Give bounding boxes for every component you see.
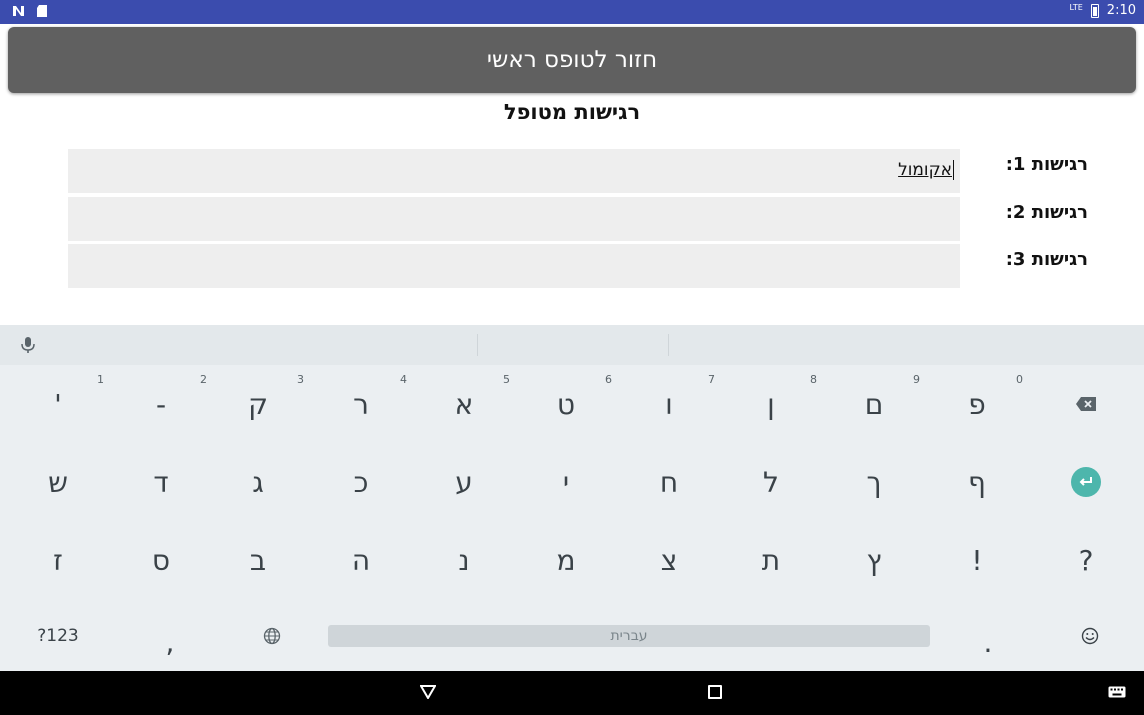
key-hint: 1 <box>97 373 104 386</box>
key[interactable]: א5 <box>412 367 516 441</box>
key[interactable]: ף <box>925 445 1029 519</box>
page-title: רגישות מטופל <box>503 100 641 124</box>
key[interactable]: ל <box>719 445 823 519</box>
sensitivity-1-value: אקומול <box>898 160 952 180</box>
emoji-key[interactable] <box>1038 599 1142 673</box>
network-type: LTE <box>1069 3 1083 12</box>
key-char: ט <box>556 387 576 421</box>
key-hint: 9 <box>913 373 920 386</box>
suggestion-divider <box>668 334 669 356</box>
key[interactable]: ג <box>206 445 310 519</box>
sensitivity-row-2: רגישות 2: <box>68 197 1088 241</box>
period-key[interactable]: . <box>936 605 1040 679</box>
text-cursor <box>953 160 954 180</box>
key[interactable]: ק3 <box>206 367 310 441</box>
globe-icon <box>263 627 281 645</box>
key[interactable]: ש <box>6 445 110 519</box>
key[interactable]: כ <box>309 445 413 519</box>
key-hint: 6 <box>605 373 612 386</box>
key[interactable]: ה <box>309 523 413 597</box>
key-char: ן <box>767 387 775 421</box>
keyboard-switch-icon[interactable] <box>1108 686 1126 698</box>
key[interactable]: ב <box>206 523 310 597</box>
language-key[interactable] <box>220 599 324 673</box>
suggestion-divider <box>477 334 478 356</box>
emoji-icon <box>1081 627 1099 645</box>
comma-key[interactable]: , <box>118 605 222 679</box>
soft-keyboard: ' 1 -2 ק3 ר4 א5 ט6 ו7 ן8 ם9 פ0 ש ד ג כ ע … <box>0 325 1144 671</box>
key[interactable]: ח <box>617 445 721 519</box>
key[interactable]: ן8 <box>719 367 823 441</box>
key[interactable]: ט6 <box>514 367 618 441</box>
key[interactable]: ? <box>1034 523 1138 597</box>
symbols-key[interactable]: ?123 <box>6 599 110 673</box>
key-char: - <box>155 387 167 421</box>
key[interactable]: ץ <box>822 523 926 597</box>
sensitivity-row-1: אקומול רגישות 1: <box>68 149 1088 193</box>
key[interactable]: ס <box>109 523 213 597</box>
home-square-icon[interactable] <box>708 685 722 699</box>
key[interactable]: ז <box>6 523 110 597</box>
sensitivity-2-label: רגישות 2: <box>1005 202 1088 223</box>
navigation-bar <box>0 671 1144 715</box>
backspace-key[interactable] <box>1034 367 1138 441</box>
space-bar[interactable]: עברית <box>328 625 930 647</box>
key-char: ק <box>248 387 268 421</box>
key[interactable]: נ <box>412 523 516 597</box>
back-triangle-icon[interactable] <box>420 685 436 699</box>
key[interactable]: ם9 <box>822 367 926 441</box>
key-char: ר <box>353 387 369 421</box>
key[interactable]: מ <box>514 523 618 597</box>
key-char: ו <box>665 387 673 421</box>
key-hint: 3 <box>297 373 304 386</box>
enter-icon <box>1071 467 1101 497</box>
key[interactable]: ת <box>719 523 823 597</box>
key-hint: 4 <box>400 373 407 386</box>
key-char: א <box>454 387 474 421</box>
key-char: ' <box>54 387 62 421</box>
key[interactable]: פ0 <box>925 367 1029 441</box>
sensitivity-3-input[interactable] <box>68 244 960 288</box>
key[interactable]: ' 1 <box>6 367 110 441</box>
suggestion-strip <box>0 325 1144 365</box>
key-hint: 8 <box>810 373 817 386</box>
back-to-main-form-button[interactable]: חזור לטופס ראשי <box>8 27 1136 93</box>
key-hint: 7 <box>708 373 715 386</box>
key-char: פ <box>968 387 986 421</box>
n-notification-icon <box>13 6 24 16</box>
sensitivity-1-label: רגישות 1: <box>1005 154 1088 175</box>
sensitivity-3-label: רגישות 3: <box>1005 249 1088 270</box>
sensitivity-row-3: רגישות 3: <box>68 244 1088 288</box>
key[interactable]: ו7 <box>617 367 721 441</box>
key[interactable]: ע <box>412 445 516 519</box>
key[interactable]: ד <box>109 445 213 519</box>
battery-icon <box>1090 3 1099 18</box>
sensitivity-2-input[interactable] <box>68 197 960 241</box>
sensitivity-1-value-wrap: אקומול <box>898 160 954 180</box>
backspace-icon <box>1076 397 1096 411</box>
clock: 2:10 <box>1106 3 1136 18</box>
key[interactable]: צ <box>617 523 721 597</box>
status-bar: LTE 2:10 <box>0 0 1144 24</box>
key[interactable]: ך <box>822 445 926 519</box>
key-char: ם <box>864 387 884 421</box>
key[interactable]: י <box>514 445 618 519</box>
sensitivity-1-input[interactable]: אקומול <box>68 149 960 193</box>
key[interactable]: -2 <box>109 367 213 441</box>
enter-key[interactable] <box>1034 445 1138 519</box>
key[interactable]: ! <box>925 523 1029 597</box>
key-hint: 5 <box>503 373 510 386</box>
sd-card-icon <box>37 5 47 17</box>
key[interactable]: ר4 <box>309 367 413 441</box>
key-hint: 0 <box>1016 373 1023 386</box>
microphone-icon[interactable] <box>20 336 36 354</box>
